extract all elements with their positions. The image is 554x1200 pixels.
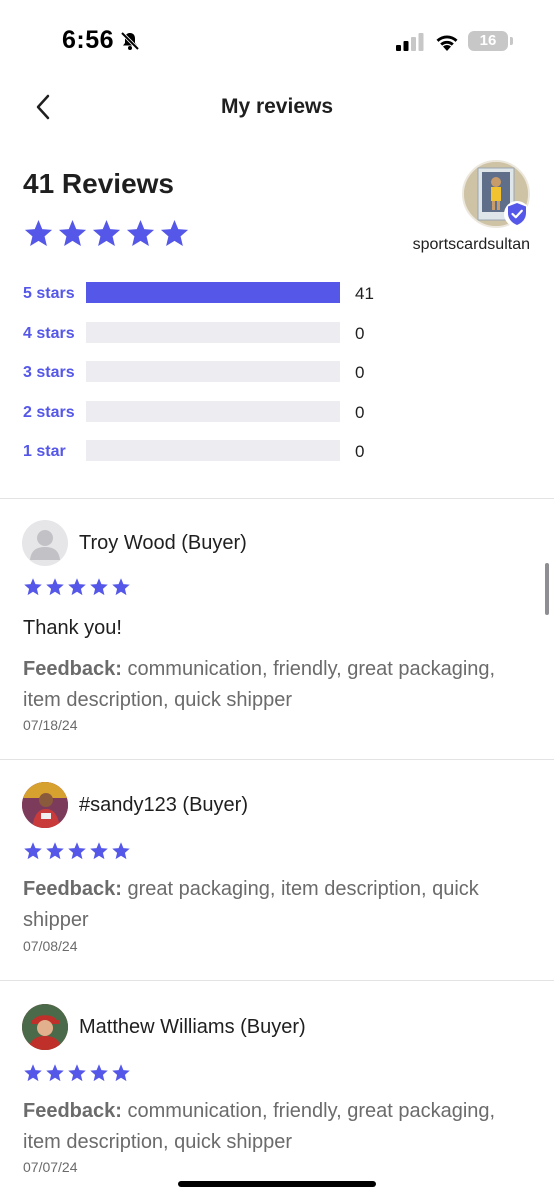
review-feedback: Feedback: communication, friendly, great…	[23, 654, 523, 716]
avatar[interactable]	[22, 1004, 68, 1050]
status-bar: 6:56 16	[0, 0, 554, 80]
star-icon	[92, 219, 121, 247]
rating-row-2[interactable]: 2 stars 0	[23, 399, 383, 439]
page-title: My reviews	[220, 95, 334, 118]
rating-row-count: 0	[355, 363, 365, 382]
rating-bar	[86, 440, 340, 461]
reviews-count: 41 Reviews	[23, 168, 174, 199]
review-item[interactable]: Troy Wood (Buyer) Thank you! Feedback: c…	[0, 499, 554, 759]
rating-distribution: 5 stars 41 4 stars 0 3 stars 0 2 stars 0…	[23, 280, 383, 478]
wifi-icon	[436, 35, 458, 51]
review-comment: Thank you!	[23, 617, 122, 639]
rating-row-label: 2 stars	[23, 403, 75, 421]
feedback-label: Feedback:	[23, 1100, 122, 1122]
user-photo	[22, 782, 68, 828]
rating-row-label: 4 stars	[23, 324, 75, 342]
star-icon	[90, 578, 108, 596]
review-item[interactable]: #sandy123 (Buyer) Feedback: great packag…	[0, 760, 554, 980]
star-icon	[68, 1064, 86, 1082]
star-icon	[112, 1064, 130, 1082]
rating-bar	[86, 400, 340, 422]
feedback-label: Feedback:	[23, 658, 122, 680]
rating-row-count: 0	[355, 323, 365, 343]
star-icon	[24, 578, 42, 596]
review-feedback: Feedback: communication, friendly, great…	[23, 1096, 523, 1158]
star-icon	[68, 842, 86, 860]
review-date: 07/18/24	[23, 717, 78, 733]
star-icon	[126, 219, 155, 247]
star-icon	[46, 842, 64, 860]
seller-name[interactable]: sportscardsultan	[413, 236, 530, 254]
reviewer-name[interactable]: Matthew Williams (Buyer)	[79, 1016, 306, 1039]
rating-bar-fill	[86, 282, 340, 303]
star-icon	[58, 219, 87, 247]
rating-row-count: 0	[355, 442, 365, 461]
default-avatar-icon	[30, 530, 60, 560]
bell-slash-icon	[120, 31, 140, 51]
rating-row-label: 1 star	[23, 443, 66, 460]
rating-row-label: 3 stars	[23, 364, 75, 381]
rating-row-4[interactable]: 4 stars 0	[23, 320, 383, 360]
star-icon	[90, 842, 108, 860]
avatar[interactable]	[22, 520, 68, 566]
summary-rating-stars	[23, 218, 190, 249]
rating-bar	[86, 282, 340, 303]
review-date: 07/07/24	[23, 1159, 78, 1175]
reviewer-name[interactable]: #sandy123 (Buyer)	[79, 794, 248, 817]
rating-row-label: 5 stars	[23, 285, 75, 302]
reviewer-name[interactable]: Troy Wood (Buyer)	[79, 532, 247, 555]
review-item[interactable]: Matthew Williams (Buyer) Feedback: commu…	[0, 981, 554, 1200]
rating-row-3[interactable]: 3 stars 0	[23, 359, 383, 399]
avatar[interactable]	[22, 782, 68, 828]
star-icon	[24, 219, 53, 247]
star-icon	[68, 578, 86, 596]
rating-row-count: 0	[355, 402, 365, 422]
rating-row-count: 41	[355, 284, 374, 303]
feedback-label: Feedback:	[23, 878, 122, 900]
user-photo	[22, 1004, 68, 1050]
rating-bar	[86, 321, 340, 343]
scrollbar[interactable]	[545, 563, 549, 615]
star-icon	[90, 1064, 108, 1082]
verified-badge-icon	[504, 201, 530, 227]
home-indicator[interactable]	[178, 1181, 376, 1187]
star-icon	[46, 578, 64, 596]
star-icon	[112, 842, 130, 860]
star-icon	[160, 219, 189, 247]
review-feedback: Feedback: great packaging, item descript…	[23, 874, 523, 936]
battery-tip	[510, 37, 513, 45]
review-rating-stars	[23, 577, 131, 597]
status-time: 6:56	[62, 26, 115, 54]
star-icon	[24, 1064, 42, 1082]
review-rating-stars	[23, 841, 131, 861]
review-date: 07/08/24	[23, 938, 78, 954]
cellular-signal-icon	[396, 33, 424, 51]
battery-icon: 16	[468, 31, 508, 51]
star-icon	[24, 842, 42, 860]
rating-row-5[interactable]: 5 stars 41	[23, 280, 383, 320]
review-rating-stars	[23, 1063, 131, 1083]
star-icon	[112, 578, 130, 596]
rating-bar	[86, 361, 340, 382]
star-icon	[46, 1064, 64, 1082]
rating-row-1[interactable]: 1 star 0	[23, 438, 383, 478]
battery-level: 16	[479, 32, 497, 49]
